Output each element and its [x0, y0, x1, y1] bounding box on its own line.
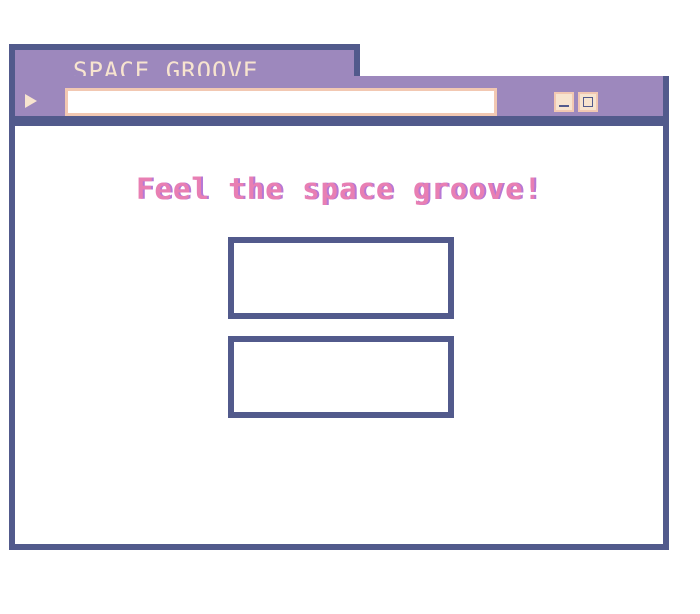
- browser-window: SPACE GROOVE Feel the space groove!: [9, 44, 669, 556]
- headline: Feel the space groove!: [135, 172, 543, 206]
- maximize-button[interactable]: [578, 92, 598, 112]
- maximize-icon: [583, 97, 593, 107]
- minimize-button[interactable]: [554, 92, 574, 112]
- address-bar-input[interactable]: [65, 88, 497, 116]
- content-area: Feel the space groove!: [9, 126, 669, 550]
- play-icon[interactable]: [25, 94, 37, 108]
- second-box-button[interactable]: [228, 336, 454, 418]
- minimize-icon: [559, 105, 569, 107]
- first-box-button[interactable]: [228, 237, 454, 319]
- toolbar-divider: [9, 116, 669, 126]
